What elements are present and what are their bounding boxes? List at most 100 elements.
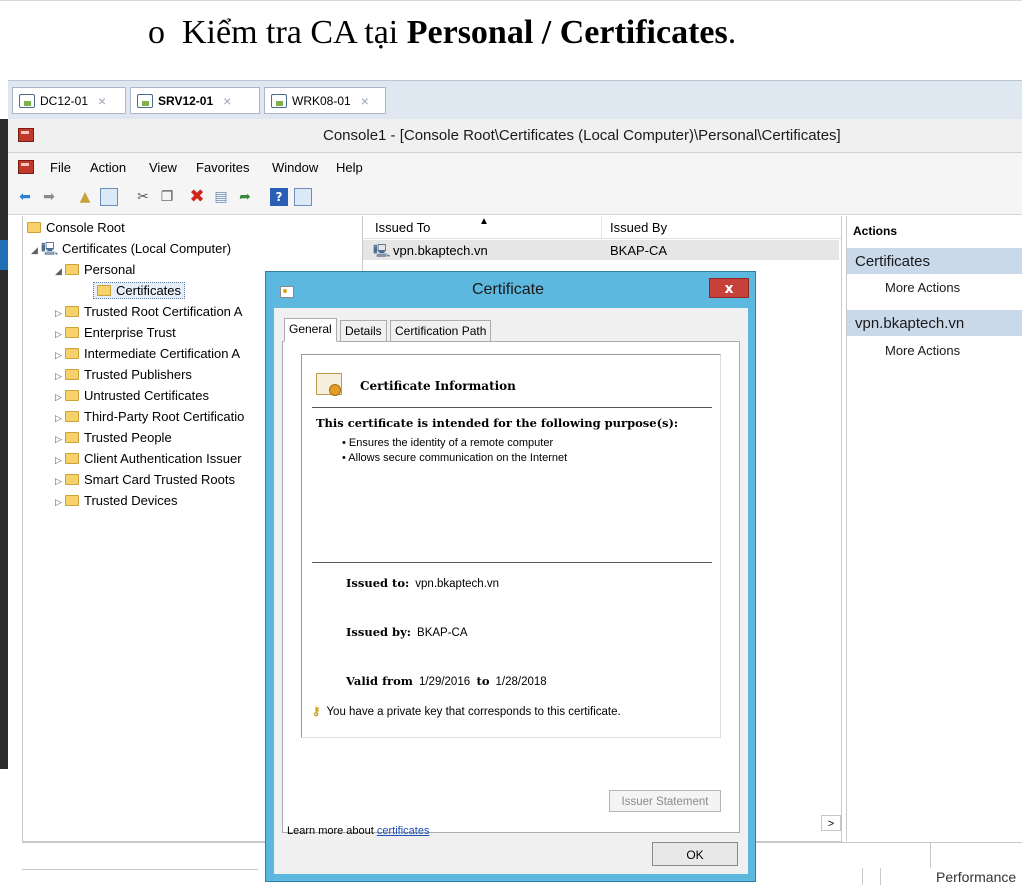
more-actions-certificates[interactable]: More Actions [885,280,960,295]
general-tab-panel: Certificate Information This certificate… [282,341,740,837]
valid-from-label: Valid from [346,674,413,688]
collapsed-arrow-icon[interactable]: ▷ [55,303,65,323]
certificate-icon [316,373,342,396]
tree-item-label: Certificates (Local Computer) [61,241,232,256]
folder-icon [65,495,79,506]
issuer-statement-button[interactable]: Issuer Statement [609,790,721,812]
tree-item-store[interactable]: ▷ Intermediate Certification A [55,344,240,364]
folder-icon [65,474,79,485]
actions-header: Actions [853,224,898,238]
tree-item-store[interactable]: ▷ Third-Party Root Certificatio [55,407,244,427]
divider [312,407,712,408]
collapsed-arrow-icon[interactable]: ▷ [55,408,65,428]
tree-item-store[interactable]: ▷ Untrusted Certificates [55,386,209,406]
tree-item-personal[interactable]: ◢ Personal [55,260,135,280]
cell-issued-to: vpn.bkaptech.vn [393,243,488,258]
tree-item-label: Console Root [46,220,125,235]
collapsed-arrow-icon[interactable]: ▷ [55,345,65,365]
tree-item-store[interactable]: ▷ Client Authentication Issuer [55,449,242,469]
menu-file[interactable]: File [50,160,71,175]
close-icon[interactable]: × [223,93,231,109]
menu-view[interactable]: View [149,160,177,175]
more-actions-selected-cert[interactable]: More Actions [885,343,960,358]
tree-item-label: Trusted People [84,430,172,445]
vm-tab-bar: DC12-01 × SRV12-01 × WRK08-01 × [8,80,1022,119]
tree-item-store[interactable]: ▷ Enterprise Trust [55,323,176,343]
tree-item-store[interactable]: ▷ Smart Card Trusted Roots [55,470,235,490]
close-button[interactable]: x [709,278,749,298]
tree-item-label: Trusted Publishers [84,367,192,382]
help-icon[interactable]: ? [270,188,288,206]
expanded-arrow-icon[interactable]: ◢ [31,240,41,260]
column-issued-to[interactable]: Issued To [375,220,430,235]
valid-to-value: 1/28/2018 [495,676,547,688]
tree-item-label: Trusted Root Certification A [84,304,243,319]
certificates-link[interactable]: certificates [377,825,430,837]
tree-item-label: Third-Party Root Certificatio [84,409,245,424]
actions-group-selected-cert[interactable]: vpn.bkaptech.vn [847,310,1022,336]
delete-icon[interactable]: ✖ [188,188,206,206]
certificate-window-icon [280,286,294,298]
collapsed-arrow-icon[interactable]: ▷ [55,450,65,470]
status-separator [880,868,881,885]
learn-more-prefix: Learn more about [287,825,377,837]
vm-tab-dc12[interactable]: DC12-01 × [12,87,126,114]
menu-window[interactable]: Window [272,160,318,175]
menu-favorites[interactable]: Favorites [196,160,249,175]
collapsed-arrow-icon[interactable]: ▷ [55,387,65,407]
scroll-right-button[interactable]: > [821,815,841,831]
tab-certification-path[interactable]: Certification Path [390,320,492,342]
expanded-arrow-icon[interactable]: ◢ [55,261,65,281]
tree-item-store[interactable]: ▷ Trusted Devices [55,491,177,511]
ok-button[interactable]: OK [652,842,738,866]
column-issued-by[interactable]: Issued By [610,220,667,235]
dialog-titlebar[interactable]: Certificate x [266,272,755,308]
status-separator [930,843,931,869]
tree-item-store[interactable]: ▷ Trusted People [55,428,172,448]
tab-details[interactable]: Details [340,320,387,342]
mmc-menu-icon[interactable] [18,160,34,174]
vm-tab-srv12[interactable]: SRV12-01 × [130,87,260,114]
column-separator[interactable] [601,216,602,238]
show-hide-tree-icon[interactable] [100,188,118,206]
copy-icon[interactable]: ❐ [158,188,176,206]
tree-item-store[interactable]: ▷ Trusted Publishers [55,365,192,385]
export-list-icon[interactable]: ➦ [236,188,254,206]
issued-to-value: vpn.bkaptech.vn [415,578,500,590]
sort-ascending-icon: ▲ [479,216,489,227]
actions-pane: Actions Certificates More Actions vpn.bk… [846,216,1022,841]
up-folder-icon[interactable]: ▲ [76,188,94,206]
table-row[interactable]: 🖳 vpn.bkaptech.vn BKAP-CA [363,240,839,260]
certificate-info-title: Certificate Information [360,379,516,393]
folder-icon [65,306,79,317]
tree-item-certificates-local-computer[interactable]: ◢ 🖳 Certificates (Local Computer) [31,239,231,259]
validity-field: Valid from 1/29/2016 to 1/28/2018 [346,674,547,688]
menu-help[interactable]: Help [336,160,363,175]
valid-from-value: 1/29/2016 [418,676,471,688]
properties-icon[interactable]: ▤ [212,188,230,206]
collapsed-arrow-icon[interactable]: ▷ [55,492,65,512]
tab-general[interactable]: General [284,318,337,342]
close-icon[interactable]: × [98,93,106,109]
menu-action[interactable]: Action [90,160,126,175]
back-arrow-icon[interactable]: ⬅ [16,188,34,206]
show-hide-action-pane-icon[interactable] [294,188,312,206]
folder-icon [65,432,79,443]
window-title: Console1 - [Console Root\Certificates (L… [323,127,841,144]
actions-group-certificates[interactable]: Certificates [847,248,1022,274]
folder-icon [65,348,79,359]
close-icon[interactable]: × [361,93,369,109]
collapsed-arrow-icon[interactable]: ▷ [55,366,65,386]
vm-tab-wrk08[interactable]: WRK08-01 × [264,87,386,114]
collapsed-arrow-icon[interactable]: ▷ [55,324,65,344]
private-key-note: ⚷ You have a private key that corresponds… [312,704,621,718]
selected-tree-item[interactable]: Certificates [93,282,186,299]
tree-item-label: Personal [84,262,136,277]
tree-item-store[interactable]: ▷ Trusted Root Certification A [55,302,242,322]
tree-item-console-root[interactable]: Console Root [27,218,125,238]
forward-arrow-icon[interactable]: ➡ [40,188,58,206]
tree-item-personal-certificates[interactable]: Certificates [93,281,186,301]
collapsed-arrow-icon[interactable]: ▷ [55,471,65,491]
cut-icon[interactable]: ✂ [134,188,152,206]
collapsed-arrow-icon[interactable]: ▷ [55,429,65,449]
